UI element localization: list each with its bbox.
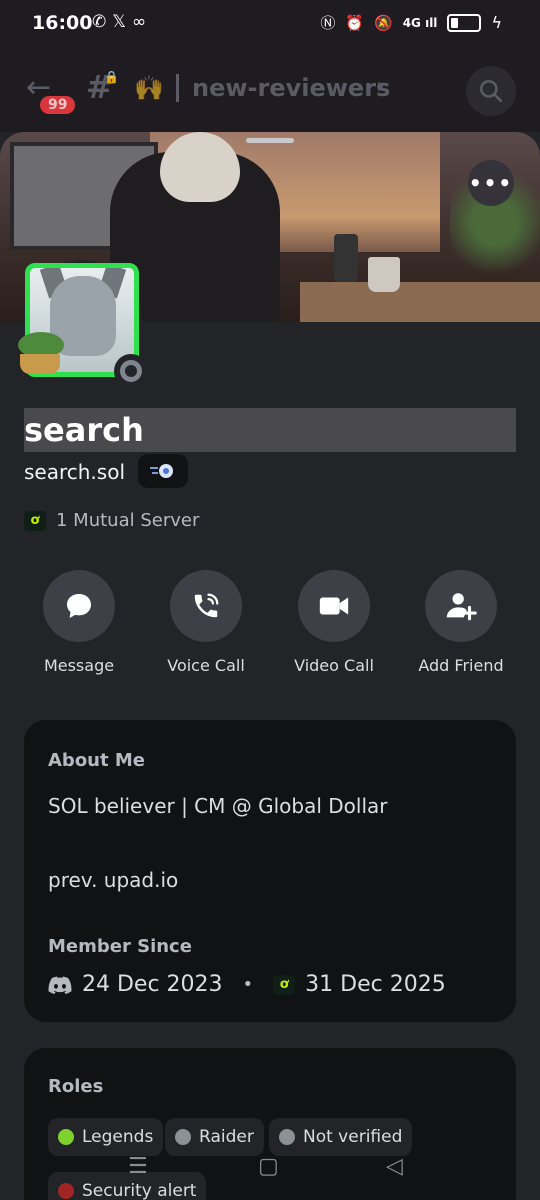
signal-icon: 4G ıll [402, 15, 438, 30]
whatsapp-icon: ✆ [92, 12, 113, 32]
chevron-right-icon[interactable]: › [376, 74, 385, 99]
video-camera-icon [319, 597, 349, 615]
lock-icon: 🔒 [104, 70, 119, 84]
message-label: Message [43, 656, 115, 675]
profile-sheet: ••• search search.sol ơ 1 Mutual Server … [0, 132, 540, 1200]
unread-badge: 99 [40, 96, 76, 114]
search-button[interactable] [466, 66, 516, 116]
x-icon: 𝕏 [112, 12, 132, 32]
video-call-button[interactable]: Video Call [269, 570, 399, 675]
add-friend-button[interactable]: Add Friend [396, 570, 526, 675]
channel-name[interactable]: new-reviewers [192, 74, 390, 102]
status-bar: 16:00 ✆𝕏∞ Ⓝ ⏰ 🔕 4G ıll ϟ [0, 0, 540, 48]
system-icons: Ⓝ ⏰ 🔕 4G ıll ϟ [320, 12, 502, 33]
about-me-title: About Me [48, 750, 145, 771]
voicemail-icon: ∞ [131, 12, 153, 32]
action-buttons: Message Voice Call Video Call Add Friend [0, 570, 540, 690]
drag-handle[interactable] [246, 138, 294, 143]
divider [176, 74, 179, 102]
member-since-title: Member Since [48, 936, 192, 957]
search-icon [479, 79, 503, 103]
display-name: search [24, 408, 516, 452]
username[interactable]: search.sol [24, 460, 125, 484]
add-friend-icon [446, 593, 477, 621]
add-friend-label: Add Friend [418, 656, 504, 675]
notification-icons: ✆𝕏∞ [92, 12, 152, 32]
channel-header: ← 99 # 🔒 🙌 new-reviewers › [0, 48, 540, 132]
mutual-servers-label: 1 Mutual Server [56, 510, 200, 531]
banner-head [160, 132, 240, 202]
roles-title: Roles [48, 1076, 104, 1097]
bonsai-decoration [14, 332, 64, 378]
mute-icon: 🔕 [374, 13, 393, 32]
banner-mug [368, 257, 400, 292]
offline-status-icon [120, 360, 142, 382]
charging-icon: ϟ [491, 13, 502, 32]
network-label: 4G [402, 15, 421, 30]
battery-icon [447, 13, 482, 32]
channel-emoji: 🙌 [134, 74, 164, 102]
menu-icon[interactable]: ☰ [128, 1154, 148, 1179]
date-separator: • [242, 974, 254, 995]
back-icon[interactable]: ◁ [386, 1154, 403, 1179]
discord-join-date: 24 Dec 2023 [82, 972, 223, 997]
server-icon: ơ [24, 510, 46, 531]
alarm-icon: ⏰ [345, 13, 365, 32]
server-icon: ơ [273, 974, 296, 995]
system-nav-bar: ☰ ▢ ◁ [0, 1134, 540, 1200]
member-since-row: 24 Dec 2023 • ơ 31 Dec 2025 [48, 972, 446, 997]
phone-icon [194, 593, 219, 618]
discord-logo-icon [48, 976, 72, 994]
home-icon[interactable]: ▢ [258, 1154, 279, 1179]
banner-can [334, 234, 358, 282]
sol-badge-icon[interactable] [138, 454, 188, 488]
banner-desk [300, 282, 540, 322]
voice-call-label: Voice Call [167, 656, 245, 675]
mutual-servers[interactable]: ơ 1 Mutual Server [24, 510, 199, 531]
server-join-date: 31 Dec 2025 [305, 972, 446, 997]
video-call-label: Video Call [294, 656, 374, 675]
status-indicator [114, 354, 148, 388]
about-line-1: SOL believer | CM @ Global Dollar [48, 794, 388, 818]
nfc-icon: Ⓝ [320, 14, 336, 32]
status-time: 16:00 [32, 12, 93, 34]
more-options-button[interactable]: ••• [468, 160, 514, 206]
about-me-card: About Me SOL believer | CM @ Global Doll… [24, 720, 516, 1022]
about-line-2[interactable]: prev. upad.io [48, 868, 178, 892]
voice-call-button[interactable]: Voice Call [141, 570, 271, 675]
chat-bubble-icon [67, 594, 91, 618]
message-button[interactable]: Message [14, 570, 144, 675]
